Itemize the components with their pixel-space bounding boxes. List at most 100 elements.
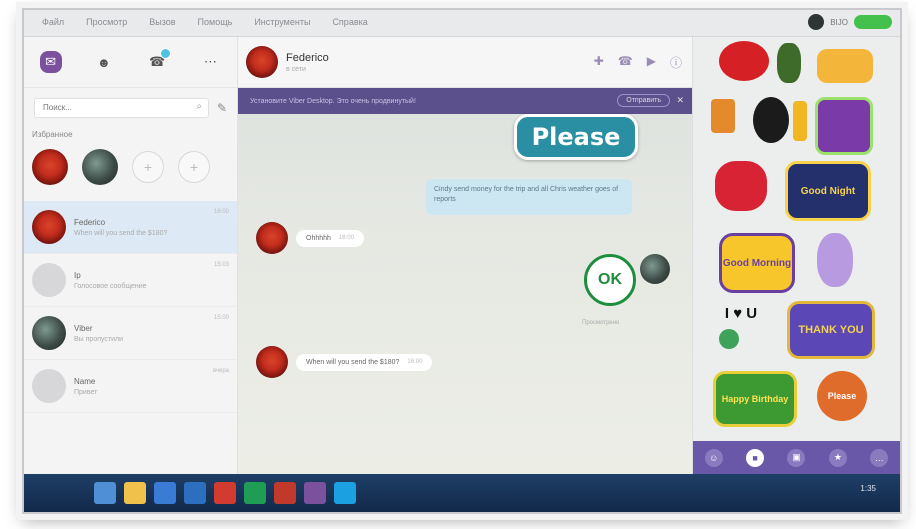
sticker-panel: Good Night Good Morning I ♥ U THANK YOU …: [693, 37, 900, 474]
sidebar-tabs: ✉ ☻ ☎ ⋯: [24, 37, 237, 88]
sticker-please-small[interactable]: Please: [817, 371, 867, 421]
chat-preview: Голосовое сообщение: [74, 282, 147, 290]
chat-time: 15:03: [213, 262, 229, 268]
compose-icon[interactable]: ✎: [217, 101, 227, 115]
menu-tools[interactable]: Инструменты: [254, 17, 310, 27]
tab-chats[interactable]: ✉: [39, 51, 62, 73]
avatar: [32, 210, 66, 244]
gif-icon[interactable]: ▥: [288, 514, 297, 515]
menu-help[interactable]: Помощь: [198, 17, 233, 27]
sticker-purple[interactable]: [815, 97, 873, 155]
message-time: 16:00: [338, 234, 354, 241]
search-row: ⌕ ✎: [34, 98, 227, 118]
contact-name: Federico: [286, 51, 329, 64]
tab-contacts[interactable]: ☻: [93, 51, 115, 73]
sticker-sun[interactable]: [817, 49, 873, 83]
chat-item[interactable]: Name Привет вчера: [24, 360, 237, 413]
add-favorite-button[interactable]: +: [132, 151, 164, 183]
search-box: ⌕: [34, 98, 209, 118]
add-favorite-button[interactable]: +: [178, 151, 210, 183]
call-icon[interactable]: ☎: [618, 54, 633, 71]
contact-avatar[interactable]: [246, 46, 278, 78]
taskbar-app-icon[interactable]: [184, 482, 206, 504]
send-icon[interactable]: ➤: [660, 512, 670, 514]
start-icon[interactable]: [94, 482, 116, 504]
chat-item[interactable]: Ip Голосовое сообщение 15:03: [24, 254, 237, 307]
taskbar-app-icon[interactable]: [244, 482, 266, 504]
chat-item[interactable]: Federico When will you send the $180? 16:…: [24, 201, 237, 254]
search-input[interactable]: [41, 102, 155, 113]
viber-taskbar-icon[interactable]: [304, 482, 326, 504]
banner-button[interactable]: Отправить: [617, 94, 670, 107]
tab-calls[interactable]: ☎: [146, 48, 172, 73]
menu-reference[interactable]: Справка: [332, 17, 367, 27]
avatar: [32, 316, 66, 350]
explorer-icon[interactable]: [124, 482, 146, 504]
menu-call[interactable]: Вызов: [149, 17, 175, 27]
account-avatar[interactable]: [808, 14, 825, 30]
chat-preview: Вы пропустили: [74, 335, 124, 343]
sticker-category-icon[interactable]: ■: [746, 448, 765, 467]
sender-avatar: [256, 346, 288, 378]
sticker-categories: ☺ ■ ▣ ★ …: [693, 441, 900, 474]
sticker-plant[interactable]: [777, 43, 801, 83]
incoming-message-row: When will you send the $180? 16:00: [256, 346, 433, 378]
browser-icon[interactable]: [214, 482, 236, 504]
menu-bar: Файл Просмотр Вызов Помощь Инструменты С…: [24, 10, 900, 37]
message-text: Ohhhhh: [306, 234, 331, 242]
favorites-label: Избранное: [32, 130, 73, 139]
status-toggle[interactable]: [854, 15, 892, 29]
seen-status: Просмотрено: [582, 320, 620, 326]
sticker-thank-you[interactable]: THANK YOU: [787, 301, 875, 359]
emoji-icon[interactable]: ☺: [308, 514, 318, 515]
favorite-avatar[interactable]: [82, 149, 118, 185]
conversation-pane: Federico в сети ✚ ☎ ▶ ⓘ Установите Viber…: [238, 37, 692, 512]
search-icon: ⌕: [196, 101, 202, 112]
taskbar-app-icon[interactable]: [154, 482, 176, 504]
notification-dot: [160, 48, 172, 59]
market-category-icon[interactable]: ★: [828, 448, 847, 467]
sender-avatar: [256, 222, 288, 254]
taskbar-app-icon[interactable]: [274, 482, 296, 504]
close-icon[interactable]: ✕: [676, 95, 684, 106]
message-input[interactable]: [334, 514, 598, 515]
add-participant-icon[interactable]: ✚: [594, 54, 604, 71]
sticker-ok: OK: [584, 254, 636, 306]
more-category-icon[interactable]: …: [870, 448, 889, 467]
menu-view[interactable]: Просмотр: [86, 17, 127, 27]
sticker-character[interactable]: [753, 97, 789, 143]
banner-text: Установите Viber Desktop. Это очень прод…: [250, 97, 416, 105]
avatar: [32, 263, 66, 297]
sticker-hearts[interactable]: [715, 161, 767, 211]
sticker-pencil[interactable]: [793, 101, 807, 141]
sticker-i-love-u[interactable]: I ♥ U: [713, 301, 769, 325]
chat-item[interactable]: Viber Вы пропустили 15:00: [24, 307, 237, 360]
emoji-category-icon[interactable]: ☺: [704, 448, 723, 467]
chat-preview: Привет: [74, 388, 98, 396]
sticker-girl[interactable]: [817, 233, 853, 287]
person-icon: ☻: [97, 54, 111, 70]
video-call-icon[interactable]: ▶: [647, 54, 656, 71]
tab-dialpad[interactable]: ⋯: [199, 51, 221, 73]
sticker-good-morning[interactable]: Good Morning: [719, 233, 795, 293]
app-window: Файл Просмотр Вызов Помощь Инструменты С…: [22, 8, 902, 514]
account-area: BIJO: [808, 14, 892, 30]
gif-category-icon[interactable]: ▣: [787, 448, 806, 467]
sticker-birthday[interactable]: Happy Birthday: [713, 371, 797, 427]
incoming-message: Ohhhhh 16:00: [296, 229, 364, 247]
sidebar: ✉ ☻ ☎ ⋯ ⌕ ✎ Избранное + + Federico When w…: [24, 37, 238, 474]
menu-file[interactable]: Файл: [42, 17, 64, 27]
sticker-box[interactable]: [711, 99, 735, 133]
favorite-avatar[interactable]: [32, 149, 68, 185]
chat-bubble-icon: ✉: [45, 54, 57, 69]
sticker-good-night[interactable]: Good Night: [785, 161, 871, 221]
attach-icon[interactable]: 📎: [266, 514, 278, 515]
skype-icon[interactable]: [334, 482, 356, 504]
sticker-dot[interactable]: [719, 329, 739, 349]
info-icon[interactable]: ⓘ: [670, 54, 682, 71]
sticker-lips[interactable]: [719, 41, 769, 81]
menu-items: Файл Просмотр Вызов Помощь Инструменты С…: [42, 17, 368, 27]
sticker-please: Please: [514, 114, 638, 160]
own-avatar: [640, 254, 670, 284]
promo-banner: Установите Viber Desktop. Это очень прод…: [238, 88, 692, 114]
